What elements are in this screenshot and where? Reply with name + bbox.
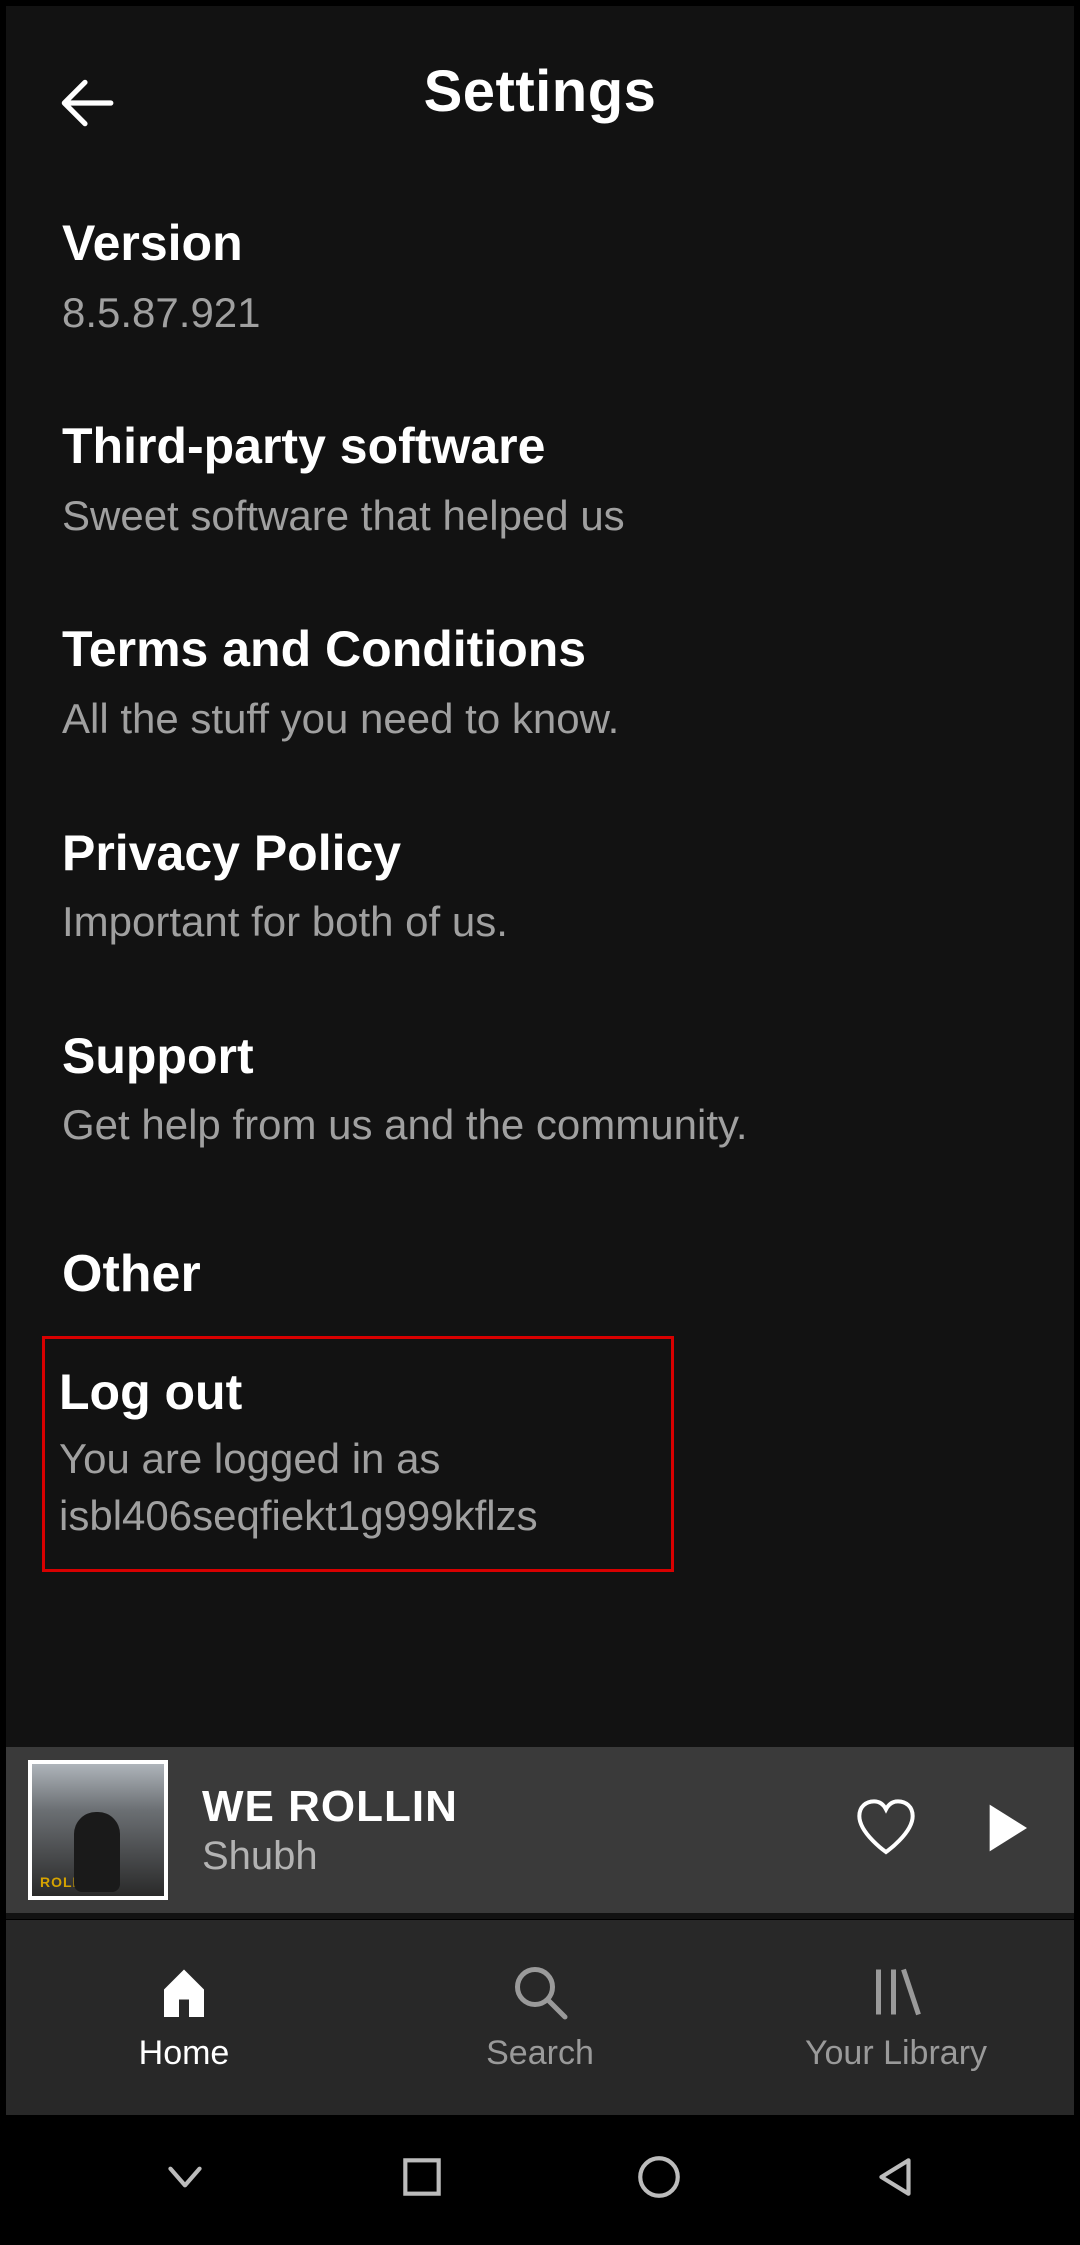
setting-title: Log out	[59, 1361, 657, 1424]
back-button[interactable]	[50, 68, 120, 138]
tab-search[interactable]: Search	[362, 1920, 718, 2115]
track-artist: Shubh	[202, 1834, 854, 1879]
play-icon	[978, 1800, 1034, 1856]
system-nav-home[interactable]	[614, 2152, 704, 2202]
album-art: ROLLIN	[28, 1760, 168, 1900]
setting-title: Privacy Policy	[62, 822, 1018, 885]
settings-content: Version 8.5.87.921 Third-party software …	[6, 176, 1074, 1747]
setting-sub: Get help from us and the community.	[62, 1097, 1018, 1154]
album-label: ROLLIN	[40, 1874, 98, 1890]
section-header-other: Other	[62, 1192, 1018, 1336]
tab-label: Search	[486, 2034, 594, 2073]
system-nav-dropdown[interactable]	[140, 2152, 230, 2202]
setting-row-version[interactable]: Version 8.5.87.921	[62, 176, 1018, 379]
system-nav-bar	[6, 2115, 1074, 2239]
now-playing-bar[interactable]: ROLLIN WE ROLLIN Shubh	[6, 1747, 1074, 1913]
tab-bar: Home Search Your Library	[6, 1919, 1074, 2115]
circle-icon	[634, 2152, 684, 2202]
setting-sub: Sweet software that helped us	[62, 488, 1018, 545]
search-icon	[510, 1962, 570, 2022]
setting-title: Support	[62, 1025, 1018, 1088]
tab-home[interactable]: Home	[6, 1920, 362, 2115]
setting-sub: All the stuff you need to know.	[62, 691, 1018, 748]
setting-sub: You are logged in as isbl406seqfiekt1g99…	[59, 1431, 657, 1544]
track-title: WE ROLLIN	[202, 1782, 854, 1832]
setting-sub: Important for both of us.	[62, 894, 1018, 951]
header: Settings	[6, 6, 1074, 176]
triangle-back-icon	[871, 2152, 921, 2202]
play-button[interactable]	[978, 1800, 1034, 1861]
heart-icon	[854, 1796, 918, 1860]
setting-title: Third-party software	[62, 415, 1018, 478]
back-arrow-icon	[54, 72, 116, 134]
system-nav-recents[interactable]	[377, 2152, 467, 2202]
library-icon	[866, 1962, 926, 2022]
now-playing-text: WE ROLLIN Shubh	[202, 1782, 854, 1879]
setting-row-logout[interactable]: Log out You are logged in as isbl406seqf…	[42, 1336, 674, 1572]
tab-label: Home	[139, 2034, 230, 2073]
chevron-down-icon	[160, 2152, 210, 2202]
setting-row-support[interactable]: Support Get help from us and the communi…	[62, 989, 1018, 1192]
setting-value: 8.5.87.921	[62, 285, 1018, 342]
settings-screen: Settings Version 8.5.87.921 Third-party …	[0, 0, 1080, 2245]
setting-title: Version	[62, 212, 1018, 275]
setting-title: Terms and Conditions	[62, 618, 1018, 681]
home-icon	[154, 1962, 214, 2022]
like-button[interactable]	[854, 1796, 918, 1865]
setting-row-privacy[interactable]: Privacy Policy Important for both of us.	[62, 786, 1018, 989]
system-nav-back[interactable]	[851, 2152, 941, 2202]
square-icon	[397, 2152, 447, 2202]
tab-label: Your Library	[805, 2034, 987, 2073]
setting-row-thirdparty[interactable]: Third-party software Sweet software that…	[62, 379, 1018, 582]
setting-row-terms[interactable]: Terms and Conditions All the stuff you n…	[62, 582, 1018, 785]
now-playing-actions	[854, 1796, 1034, 1865]
now-playing-container: ROLLIN WE ROLLIN Shubh	[6, 1747, 1074, 1919]
page-title: Settings	[424, 58, 657, 125]
tab-library[interactable]: Your Library	[718, 1920, 1074, 2115]
